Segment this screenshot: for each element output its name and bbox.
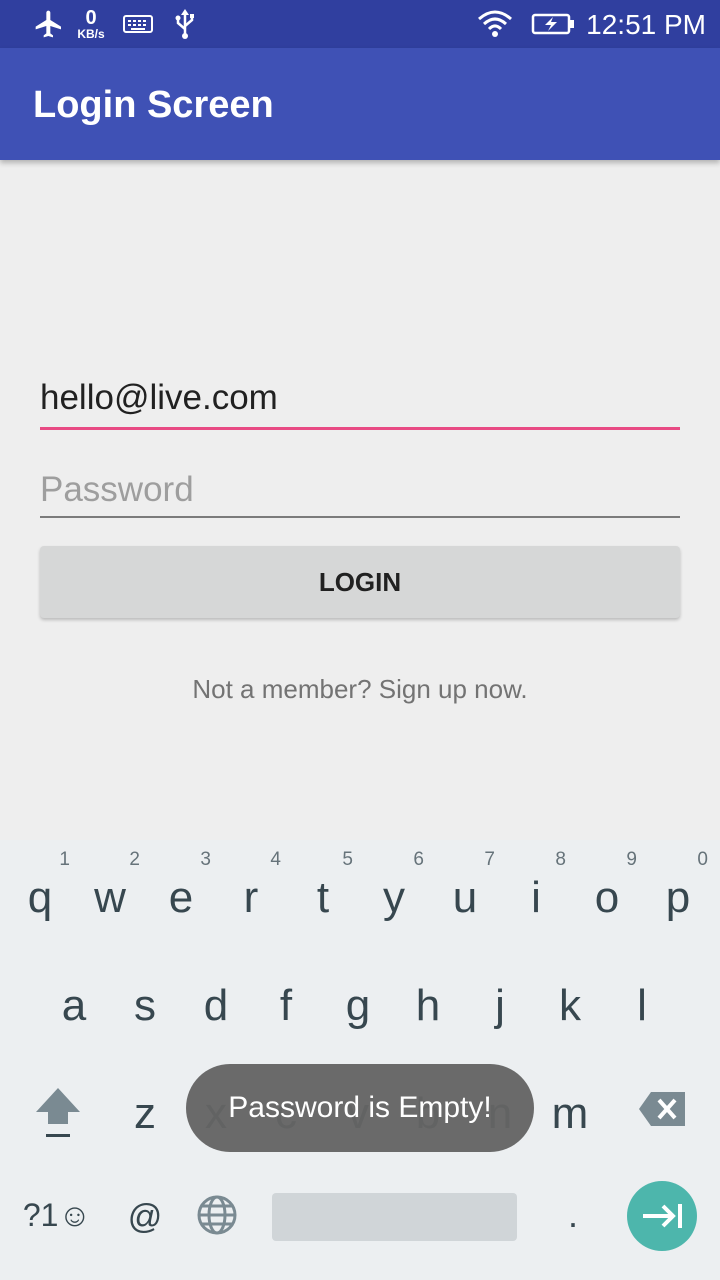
key-label: o: [594, 873, 620, 922]
key-label: t: [316, 873, 330, 922]
page-title: Login Screen: [33, 84, 274, 126]
key-d[interactable]: d: [188, 984, 244, 1028]
key-label: u: [452, 873, 478, 922]
key-label: w: [94, 873, 126, 922]
soft-keyboard: 1q 2w 3e 4r 5t 6y 7u 8i 9o 0p a s d f g …: [0, 840, 720, 1280]
key-p[interactable]: 0p: [650, 850, 708, 922]
email-value: hello@live.com: [40, 378, 278, 417]
status-bar: 0 KB/s 12:51 PM: [0, 0, 720, 48]
key-hint: 1: [59, 849, 70, 870]
key-w[interactable]: 2w: [82, 850, 140, 922]
key-label: p: [665, 873, 691, 922]
key-t[interactable]: 5t: [295, 850, 353, 922]
key-o[interactable]: 9o: [579, 850, 637, 922]
network-speed-unit: KB/s: [77, 27, 105, 41]
key-hint: 9: [626, 849, 637, 870]
keyboard-icon: [120, 0, 156, 48]
key-h[interactable]: h: [400, 984, 456, 1028]
key-z[interactable]: z: [117, 1092, 173, 1136]
key-i[interactable]: 8i: [508, 850, 566, 922]
key-k[interactable]: k: [542, 984, 598, 1028]
key-hint: 4: [270, 849, 281, 870]
key-label: y: [383, 873, 405, 922]
password-field[interactable]: Password: [40, 460, 680, 518]
next-arrow-icon: [643, 1204, 682, 1228]
login-button[interactable]: LOGIN: [40, 546, 680, 618]
battery-charging-icon: [528, 0, 578, 48]
key-hint: 5: [342, 849, 353, 870]
key-hint: 3: [200, 849, 211, 870]
key-y[interactable]: 6y: [366, 850, 424, 922]
globe-icon: [197, 1195, 237, 1235]
key-hint: 2: [129, 849, 140, 870]
shift-key[interactable]: [30, 1072, 86, 1152]
usb-icon: [170, 0, 200, 48]
key-hint: 6: [413, 849, 424, 870]
key-label: q: [27, 873, 53, 922]
key-e[interactable]: 3e: [153, 850, 211, 922]
symbols-key[interactable]: ?1☺: [18, 1190, 96, 1240]
key-hint: 8: [555, 849, 566, 870]
key-q[interactable]: 1q: [12, 850, 70, 922]
airplane-icon: [30, 0, 68, 48]
key-l[interactable]: l: [614, 984, 670, 1028]
shift-icon: [36, 1088, 80, 1137]
signup-link[interactable]: Not a member? Sign up now.: [0, 674, 720, 705]
key-g[interactable]: g: [330, 984, 386, 1028]
wifi-icon: [474, 0, 516, 48]
key-a[interactable]: a: [46, 984, 102, 1028]
backspace-key[interactable]: [636, 1086, 688, 1132]
period-key[interactable]: .: [550, 1190, 596, 1240]
key-f[interactable]: f: [258, 984, 314, 1028]
toast-message: Password is Empty!: [186, 1064, 534, 1152]
email-field[interactable]: hello@live.com: [40, 370, 680, 430]
enter-key[interactable]: [627, 1181, 697, 1251]
key-j[interactable]: j: [472, 984, 528, 1028]
key-hint: 7: [484, 849, 495, 870]
at-key[interactable]: @: [120, 1192, 170, 1242]
app-bar: Login Screen: [0, 48, 720, 160]
backspace-icon: [639, 1092, 685, 1126]
key-s[interactable]: s: [117, 984, 173, 1028]
key-m[interactable]: m: [542, 1092, 598, 1136]
key-hint: 0: [697, 849, 708, 870]
language-key[interactable]: [192, 1190, 242, 1240]
status-time: 12:51 PM: [586, 9, 706, 40]
password-placeholder: Password: [40, 470, 194, 509]
key-label: e: [168, 873, 194, 922]
network-speed: 0 KB/s: [70, 0, 112, 48]
key-u[interactable]: 7u: [437, 850, 495, 922]
network-speed-value: 0: [85, 7, 97, 29]
key-label: i: [531, 873, 541, 922]
key-r[interactable]: 4r: [223, 850, 281, 922]
space-key[interactable]: [272, 1193, 517, 1241]
key-label: r: [243, 873, 259, 922]
